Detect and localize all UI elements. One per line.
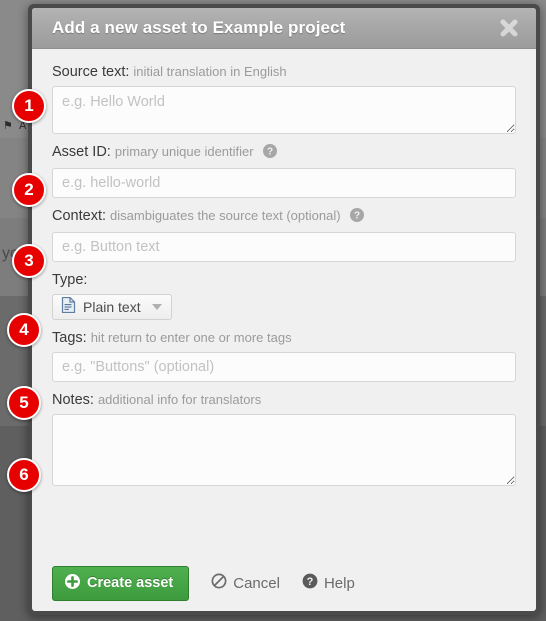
notes-label: Notes: additional info for translators [52,391,516,409]
type-label-text: Type: [52,272,88,288]
chevron-down-icon [151,304,162,310]
svg-text:?: ? [354,211,360,222]
callout-badge-1: 1 [12,89,46,123]
help-circle-icon[interactable]: ? [262,144,277,163]
callout-badge-5: 5 [7,386,41,420]
source-text-label-text: Source text: [52,64,130,80]
modal-footer: Create asset Cancel ? Help [32,555,536,611]
field-asset-id: Asset ID: primary unique identifier ? [52,143,516,198]
modal-frame: Add a new asset to Example project Sourc… [28,4,540,615]
callout-badge-4: 4 [7,313,41,347]
modal-header: Add a new asset to Example project [32,8,536,49]
context-hint: disambiguates the source text (optional) [110,208,341,223]
file-text-icon [61,296,76,318]
context-label-text: Context: [52,208,106,224]
asset-id-label-text: Asset ID: [52,144,111,160]
create-asset-label: Create asset [87,575,174,591]
tags-hint: hit return to enter one or more tags [90,330,292,345]
cancel-button[interactable]: Cancel [211,573,280,593]
modal-title: Add a new asset to Example project [52,18,346,37]
field-context: Context: disambiguates the source text (… [52,207,516,262]
plus-circle-icon [65,573,80,593]
field-notes: Notes: additional info for translators [52,391,516,486]
create-asset-button[interactable]: Create asset [52,565,190,601]
help-button[interactable]: ? Help [302,573,355,593]
type-dropdown[interactable]: Plain text [52,294,172,320]
modal-body: Source text: initial translation in Engl… [32,49,536,486]
context-label: Context: disambiguates the source text (… [52,207,516,227]
callout-badge-3: 3 [12,244,46,278]
notes-label-text: Notes: [52,392,94,408]
svg-text:?: ? [307,576,314,588]
svg-text:?: ? [267,147,273,158]
help-circle-icon: ? [302,573,318,593]
type-label: Type: [52,271,516,289]
ban-icon [211,573,227,593]
asset-id-label: Asset ID: primary unique identifier ? [52,143,516,163]
callout-badge-2: 2 [12,173,46,207]
help-circle-icon[interactable]: ? [349,208,364,227]
field-tags: Tags: hit return to enter one or more ta… [52,329,516,382]
asset-id-input[interactable] [52,168,516,198]
field-source-text: Source text: initial translation in Engl… [52,63,516,134]
tags-label-text: Tags: [52,330,87,346]
notes-hint: additional info for translators [97,392,262,407]
add-asset-modal: Add a new asset to Example project Sourc… [32,8,536,611]
callout-badge-6: 6 [7,458,41,492]
field-type: Type: Plain text [52,271,516,320]
asset-id-hint: primary unique identifier [114,144,254,159]
tags-input[interactable] [52,352,516,382]
tags-label: Tags: hit return to enter one or more ta… [52,329,516,347]
screen: ⚑ A yo Add a new asset to Example projec… [0,0,546,621]
flag-icon: ⚑ [3,120,13,132]
type-dropdown-value: Plain text [83,299,141,315]
source-text-hint: initial translation in English [133,64,287,79]
notes-input[interactable] [52,414,516,486]
source-text-input[interactable] [52,86,516,134]
cancel-label: Cancel [233,574,280,592]
help-label: Help [323,574,355,592]
context-input[interactable] [52,232,516,262]
source-text-label: Source text: initial translation in Engl… [52,63,516,81]
close-icon[interactable] [498,17,520,39]
